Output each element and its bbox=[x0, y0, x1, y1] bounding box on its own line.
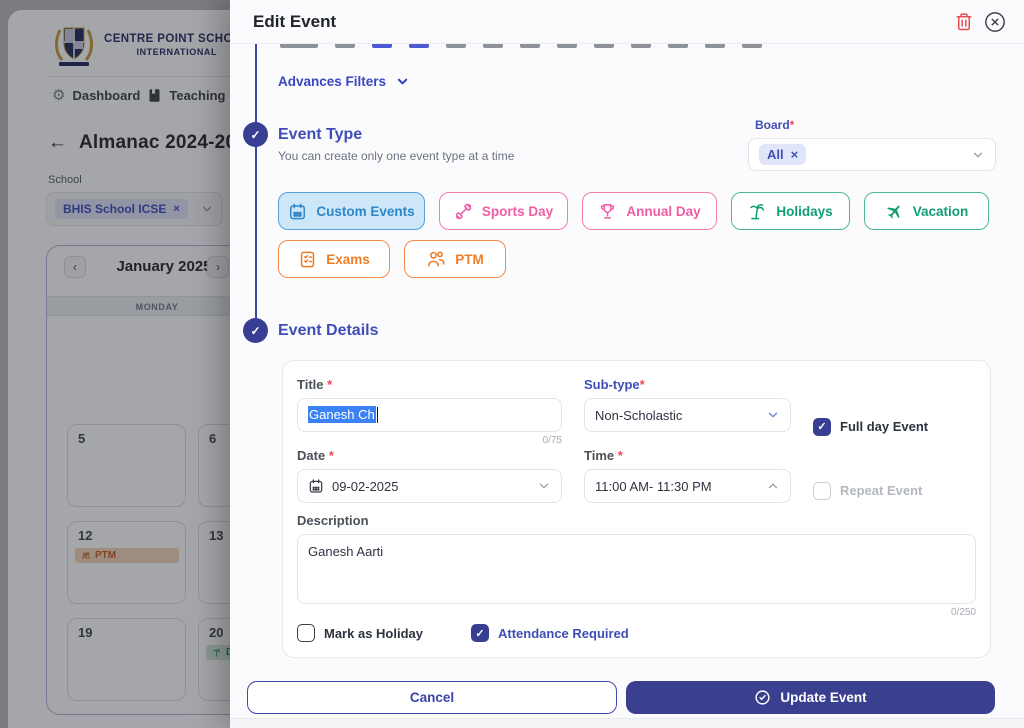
subtype-label: Sub-type* bbox=[584, 377, 791, 392]
repeat-event-checkbox[interactable] bbox=[813, 482, 831, 500]
event-type-heading: Event Type bbox=[278, 126, 362, 144]
scrolled-cutoff-chips bbox=[280, 44, 762, 48]
close-icon bbox=[984, 11, 1006, 33]
palm-tree-icon bbox=[748, 202, 767, 221]
board-label: Board* bbox=[755, 118, 794, 132]
board-chip-all[interactable]: All × bbox=[759, 144, 806, 165]
trophy-icon bbox=[598, 202, 617, 221]
close-button[interactable] bbox=[983, 10, 1007, 34]
dumbbell-icon bbox=[454, 202, 473, 221]
time-select[interactable]: 11:00 AM- 11:30 PM bbox=[584, 469, 791, 503]
delete-event-button[interactable] bbox=[952, 10, 976, 34]
date-label: Date * bbox=[297, 448, 562, 463]
mark-holiday-checkbox-row[interactable]: Mark as Holiday bbox=[297, 624, 423, 642]
time-label: Time * bbox=[584, 448, 791, 463]
event-details-form: Title * Ganesh Ch 0/75 Sub-type* Non-Sch… bbox=[282, 360, 991, 658]
selected-text: Ganesh Ch bbox=[308, 406, 376, 423]
modal-bottom-strip bbox=[230, 718, 1024, 728]
plane-icon bbox=[885, 202, 904, 221]
event-type-buttons-row1: Custom Events Sports Day Annual Day Holi… bbox=[278, 192, 989, 230]
event-type-vacation[interactable]: Vacation bbox=[864, 192, 989, 230]
title-input[interactable]: Ganesh Ch bbox=[297, 398, 562, 432]
description-counter: 0/250 bbox=[297, 607, 976, 618]
calendar-icon bbox=[288, 202, 307, 221]
chevron-up-icon bbox=[766, 479, 780, 493]
chevron-down-icon bbox=[395, 74, 410, 89]
text-cursor bbox=[377, 407, 379, 423]
calendar-icon bbox=[308, 478, 324, 494]
event-type-custom-events[interactable]: Custom Events bbox=[278, 192, 425, 230]
update-event-button[interactable]: Update Event bbox=[626, 681, 995, 714]
modal-title: Edit Event bbox=[253, 12, 336, 32]
chevron-down-icon bbox=[766, 408, 780, 422]
repeat-event-checkbox-row[interactable]: Repeat Event bbox=[813, 478, 922, 503]
date-picker[interactable]: 09-02-2025 bbox=[297, 469, 562, 503]
step-check-icon bbox=[243, 122, 268, 147]
attendance-checkbox-row[interactable]: Attendance Required bbox=[471, 624, 629, 642]
event-type-ptm[interactable]: PTM bbox=[404, 240, 506, 278]
exam-checklist-icon bbox=[298, 250, 317, 269]
description-label: Description bbox=[297, 513, 976, 528]
mark-holiday-checkbox[interactable] bbox=[297, 624, 315, 642]
description-textarea[interactable]: Ganesh Aarti bbox=[297, 534, 976, 604]
event-details-heading: Event Details bbox=[278, 322, 378, 340]
trash-icon bbox=[955, 12, 973, 32]
event-type-holidays[interactable]: Holidays bbox=[731, 192, 850, 230]
title-label: Title * bbox=[297, 377, 562, 392]
subtype-select[interactable]: Non-Scholastic bbox=[584, 398, 791, 432]
cancel-button[interactable]: Cancel bbox=[247, 681, 617, 714]
people-icon bbox=[426, 249, 446, 269]
board-select[interactable]: All × bbox=[748, 138, 996, 171]
advanced-filters-toggle[interactable]: Advances Filters bbox=[278, 74, 410, 89]
check-circle-icon bbox=[754, 689, 771, 706]
full-day-checkbox[interactable] bbox=[813, 418, 831, 436]
attendance-checkbox[interactable] bbox=[471, 624, 489, 642]
stepper-line bbox=[255, 44, 257, 331]
full-day-checkbox-row[interactable]: Full day Event bbox=[813, 407, 928, 446]
title-counter: 0/75 bbox=[297, 435, 562, 446]
chevron-down-icon bbox=[971, 148, 985, 162]
chevron-down-icon bbox=[537, 479, 551, 493]
event-type-annual-day[interactable]: Annual Day bbox=[582, 192, 717, 230]
step-check-icon bbox=[243, 318, 268, 343]
event-type-exams[interactable]: Exams bbox=[278, 240, 390, 278]
event-type-subtitle: You can create only one event type at a … bbox=[278, 149, 514, 163]
modal-header: Edit Event bbox=[230, 0, 1024, 44]
event-type-sports-day[interactable]: Sports Day bbox=[439, 192, 568, 230]
edit-event-modal: Edit Event Advances Filters Event Type Y… bbox=[230, 0, 1024, 728]
event-type-buttons-row2: Exams PTM bbox=[278, 240, 506, 278]
chip-close-icon[interactable]: × bbox=[791, 147, 799, 162]
